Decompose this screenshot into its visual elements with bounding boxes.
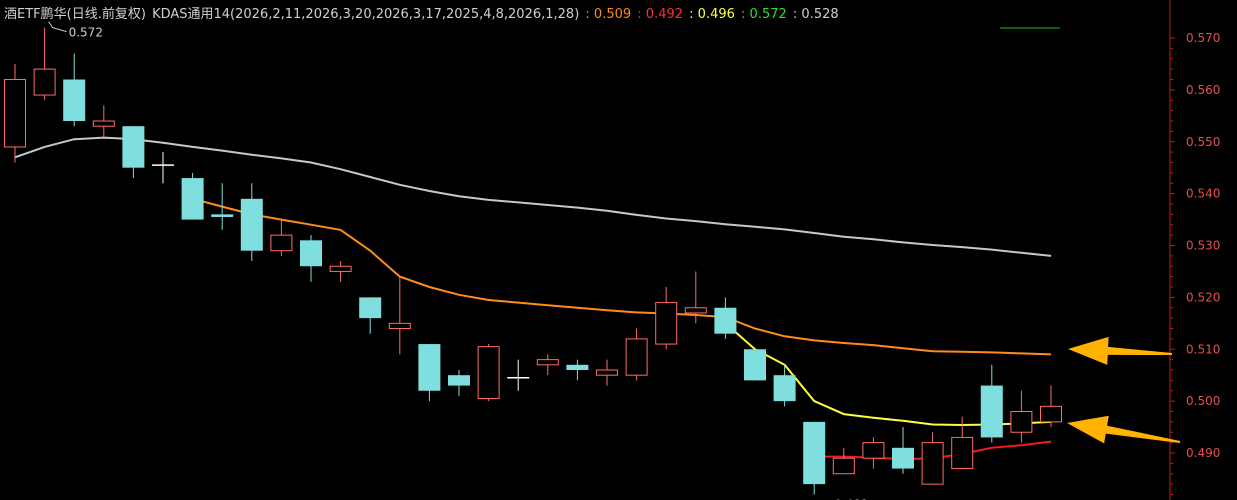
y-tick-label: 0.550 — [1186, 135, 1220, 149]
candle-body — [803, 421, 826, 485]
candle-body — [300, 240, 322, 267]
candle-body — [181, 178, 204, 220]
candle-body — [359, 297, 382, 319]
candle-body — [980, 385, 1003, 438]
candle-body — [92, 120, 115, 127]
y-tick-label: 0.510 — [1186, 342, 1220, 356]
y-tick-label: 0.570 — [1186, 31, 1220, 45]
arrow-orange-line — [1068, 336, 1172, 365]
candle-body — [921, 442, 944, 485]
candle-body — [714, 307, 737, 334]
high-pointer — [48, 21, 67, 33]
candle-body — [832, 457, 855, 475]
candle-body — [625, 338, 648, 376]
y-tick-label: 0.540 — [1186, 187, 1220, 201]
candle-body — [388, 322, 411, 329]
candle-body — [1040, 405, 1062, 423]
candle-body — [477, 346, 500, 400]
candle-body — [862, 442, 885, 459]
arrow-yellow-line — [1067, 415, 1181, 444]
candle-body — [211, 214, 234, 217]
y-tick-label: 0.530 — [1186, 239, 1220, 253]
y-tick-label: 0.490 — [1186, 446, 1220, 460]
candlestick-chart: 0.570 0.560 0.550 0.540 0.530 0.520 0.510 0.500… — [4, 0, 1220, 500]
candle-body — [240, 198, 263, 251]
candle-body — [536, 359, 559, 366]
candle-body — [951, 436, 974, 470]
candle-body — [33, 68, 56, 96]
candle-body — [655, 302, 678, 345]
y-tick-label: 0.500 — [1186, 394, 1220, 408]
candle-body — [892, 447, 914, 469]
y-tick-label: 0.560 — [1186, 83, 1220, 97]
series-line-1 — [14, 136, 1052, 257]
candle-body — [4, 79, 26, 148]
candle-body — [448, 375, 470, 386]
y-tick-label: 0.520 — [1186, 290, 1220, 304]
series-line-2 — [192, 197, 1052, 356]
candle-body — [270, 234, 293, 252]
candle-body — [596, 369, 618, 376]
candle-body — [744, 349, 766, 381]
candle-body — [566, 364, 589, 370]
candle-body — [329, 265, 352, 272]
candle-body — [63, 79, 86, 121]
candle-body — [773, 375, 796, 402]
candle-body — [684, 307, 707, 314]
candle-body — [1010, 411, 1033, 433]
high-label: 0.572 — [69, 26, 103, 40]
candle-body — [122, 126, 145, 168]
candle-body — [418, 344, 441, 391]
